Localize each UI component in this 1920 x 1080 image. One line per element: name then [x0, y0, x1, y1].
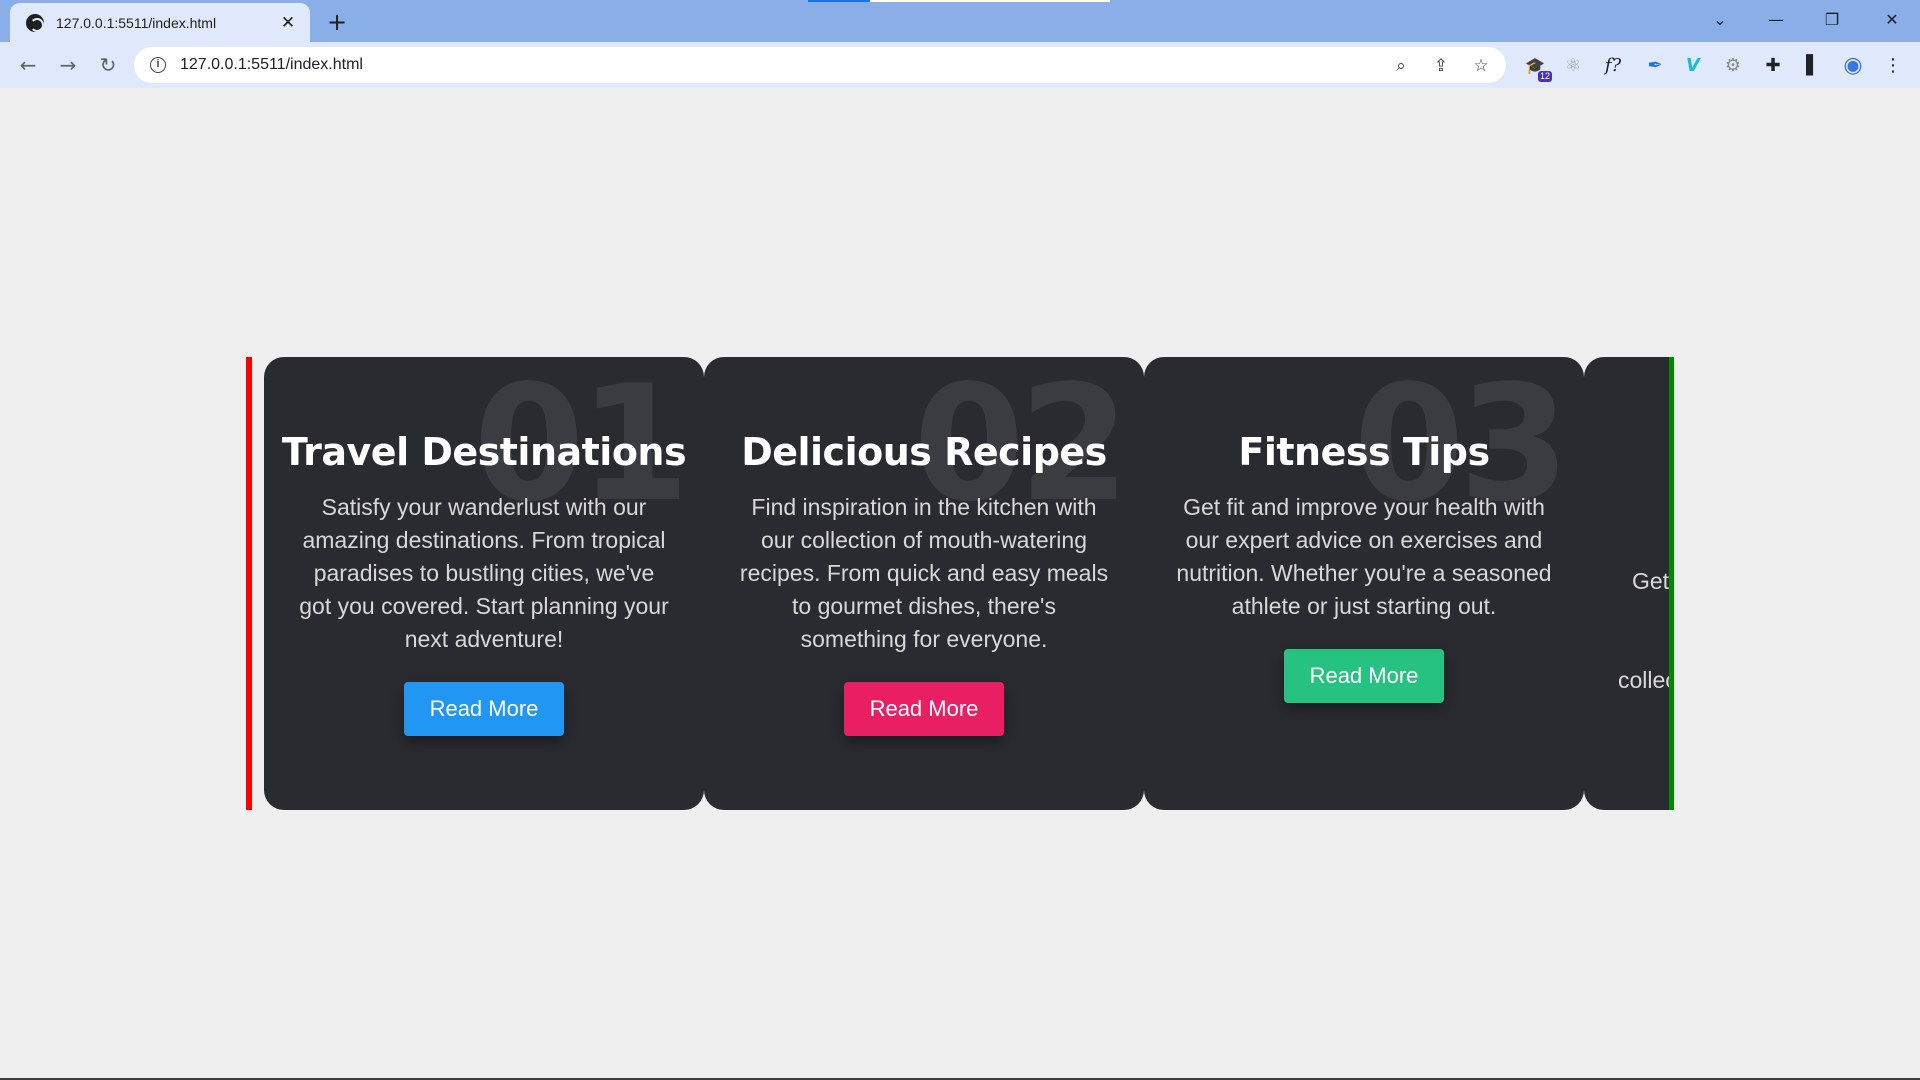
- card-track: 01 Travel Destinations Satisfy your wand…: [252, 357, 1674, 810]
- close-window-button[interactable]: ✕: [1864, 0, 1920, 38]
- site-info-icon[interactable]: i: [150, 57, 166, 73]
- globe-favicon-icon: [26, 13, 44, 32]
- new-tab-button[interactable]: +: [322, 8, 352, 36]
- bookmark-star-icon[interactable]: ☆: [1470, 55, 1492, 77]
- card-title: Delicious Recipes: [741, 430, 1107, 474]
- browser-toolbar: ← → ↻ i 127.0.0.1:5511/index.html ⌕ ⇪ ☆ …: [0, 42, 1920, 88]
- back-button[interactable]: ←: [12, 49, 44, 81]
- read-more-button[interactable]: Read More: [843, 682, 1005, 736]
- card-partial-line: Get: [1632, 568, 1670, 594]
- restore-window-button[interactable]: ❐: [1804, 0, 1860, 38]
- extension-badge: 12: [1537, 71, 1552, 82]
- puzzle-extensions-icon[interactable]: ✚: [1760, 52, 1786, 78]
- card-partial-line: collec: [1618, 667, 1674, 693]
- tab-close-icon[interactable]: ✕: [278, 13, 298, 33]
- card-travel-destinations: 01 Travel Destinations Satisfy your wand…: [264, 357, 704, 810]
- card-slider: 01 Travel Destinations Satisfy your wand…: [246, 357, 1674, 810]
- card-title: Fitness Tips: [1238, 430, 1490, 474]
- share-icon[interactable]: ⇪: [1430, 55, 1452, 77]
- card-description: Get fit and improve your health with our…: [1176, 494, 1552, 619]
- page-viewport: 01 Travel Destinations Satisfy your wand…: [0, 88, 1920, 1078]
- vimeo-icon[interactable]: V: [1680, 52, 1706, 78]
- read-more-button[interactable]: Read More: [1283, 649, 1445, 703]
- zoom-icon[interactable]: ⌕: [1390, 55, 1412, 77]
- card-partial-next: Get collec acc endle: [1584, 357, 1674, 810]
- profile-avatar-icon[interactable]: ◉: [1840, 52, 1866, 78]
- browser-tab[interactable]: 127.0.0.1:5511/index.html ✕: [10, 3, 310, 42]
- address-url[interactable]: 127.0.0.1:5511/index.html: [180, 56, 363, 74]
- card-fitness-tips: 03 Fitness Tips Get fit and improve your…: [1144, 357, 1584, 810]
- font-identifier-icon[interactable]: f?: [1600, 52, 1626, 78]
- tab-title: 127.0.0.1:5511/index.html: [56, 14, 217, 31]
- minimize-window-button[interactable]: —: [1748, 0, 1804, 38]
- settings-extension-icon[interactable]: ⚙: [1720, 52, 1746, 78]
- tab-search-dropdown-icon[interactable]: ⌄: [1692, 0, 1748, 38]
- card-description: Satisfy your wanderlust with our amazing…: [299, 494, 669, 652]
- side-panel-icon[interactable]: ▌: [1800, 52, 1826, 78]
- card-delicious-recipes: 02 Delicious Recipes Find inspiration in…: [704, 357, 1144, 810]
- react-devtools-icon[interactable]: ⚛: [1560, 52, 1586, 78]
- tab-loading-indicator: [808, 0, 1110, 2]
- menu-kebab-icon[interactable]: ⋮: [1880, 52, 1906, 78]
- eyedropper-icon[interactable]: ✒: [1642, 52, 1668, 78]
- read-more-button[interactable]: Read More: [403, 682, 565, 736]
- cap-extension-icon[interactable]: 🎓 12: [1522, 52, 1552, 82]
- browser-tab-strip: 127.0.0.1:5511/index.html ✕ + ⌄ — ❐ ✕: [0, 0, 1920, 42]
- forward-button[interactable]: →: [52, 49, 84, 81]
- card-title: Travel Destinations: [281, 430, 687, 474]
- reload-button[interactable]: ↻: [92, 49, 124, 81]
- address-bar[interactable]: i 127.0.0.1:5511/index.html ⌕ ⇪ ☆: [134, 47, 1506, 83]
- card-description: Find inspiration in the kitchen with our…: [739, 494, 1109, 652]
